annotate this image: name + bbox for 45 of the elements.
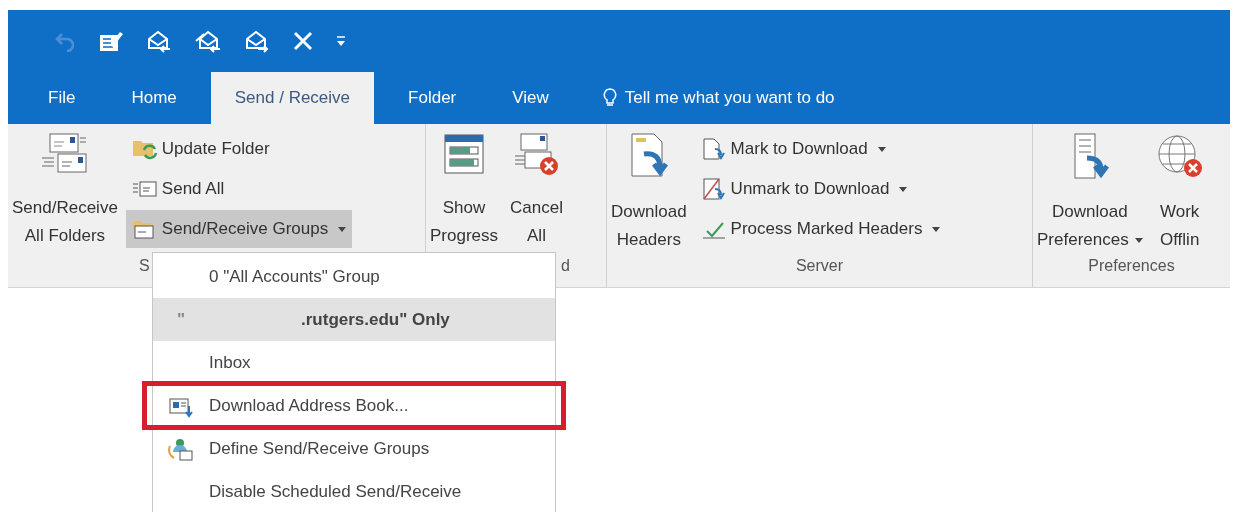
group-label: S xyxy=(139,257,150,276)
ribbon-tab[interactable]: Folder xyxy=(386,72,479,124)
ribbon-button[interactable]: Unmark to Download xyxy=(694,170,947,208)
caret-icon xyxy=(1134,238,1143,243)
menu-item[interactable]: " .rutgers.edu" Only xyxy=(153,298,555,341)
caret-icon xyxy=(899,186,908,192)
ribbon-button[interactable]: Download Headers xyxy=(607,130,691,256)
reply-all-icon[interactable] xyxy=(194,29,222,53)
document-arrow-icon xyxy=(700,137,727,161)
group-label: Preferences xyxy=(1088,257,1175,276)
ribbon-button[interactable]: Send/Receive All Folders xyxy=(8,130,122,252)
menu-item[interactable]: Download Address Book... xyxy=(145,384,563,427)
caret-icon xyxy=(877,146,886,152)
group-label: Server xyxy=(795,257,844,276)
ribbon-button[interactable]: Send All xyxy=(125,170,353,208)
menu-item[interactable]: Disable Scheduled Send/Receive xyxy=(153,470,555,512)
document-slash-icon xyxy=(700,177,727,201)
customize-caret-icon[interactable] xyxy=(336,35,346,47)
ribbon-button[interactable]: Download Preferences xyxy=(1033,130,1147,256)
ribbon-button[interactable]: Cancel All xyxy=(506,130,567,252)
menu-item-prefix: " xyxy=(176,309,186,330)
group-label: d xyxy=(561,257,570,276)
ribbon-button[interactable]: Mark to Download xyxy=(694,130,947,168)
ribbon-tab[interactable]: View xyxy=(490,72,571,124)
menu-item[interactable]: Inbox xyxy=(153,341,555,384)
ribbon-tab[interactable]: Send / Receive xyxy=(210,72,375,124)
compose-icon[interactable] xyxy=(98,29,124,53)
lightbulb-icon xyxy=(602,88,617,108)
caret-icon xyxy=(338,226,347,232)
caret-icon xyxy=(932,226,941,232)
ribbon-button[interactable]: Send/Receive Groups xyxy=(125,210,353,248)
reply-icon[interactable] xyxy=(146,29,172,53)
menu-item[interactable]: 0 "All Accounts" Group xyxy=(153,255,555,298)
forward-icon[interactable] xyxy=(244,29,270,53)
delete-icon[interactable] xyxy=(292,30,314,52)
menu-item[interactable]: Define Send/Receive Groups xyxy=(153,427,555,470)
ribbon-button[interactable]: Process Marked Headers xyxy=(694,210,947,248)
tell-me-field[interactable]: Tell me what you want to do xyxy=(622,87,917,109)
ribbon-button[interactable]: Work Offlin xyxy=(1150,130,1209,256)
ribbon-tab[interactable]: File xyxy=(26,72,98,124)
folder-refresh-icon xyxy=(131,138,158,160)
ribbon-tab[interactable]: Home xyxy=(109,72,199,124)
ribbon-button[interactable]: Update Folder xyxy=(125,130,353,168)
ribbon-button[interactable]: Show Progress xyxy=(426,130,503,252)
envelope-send-icon xyxy=(131,178,158,200)
